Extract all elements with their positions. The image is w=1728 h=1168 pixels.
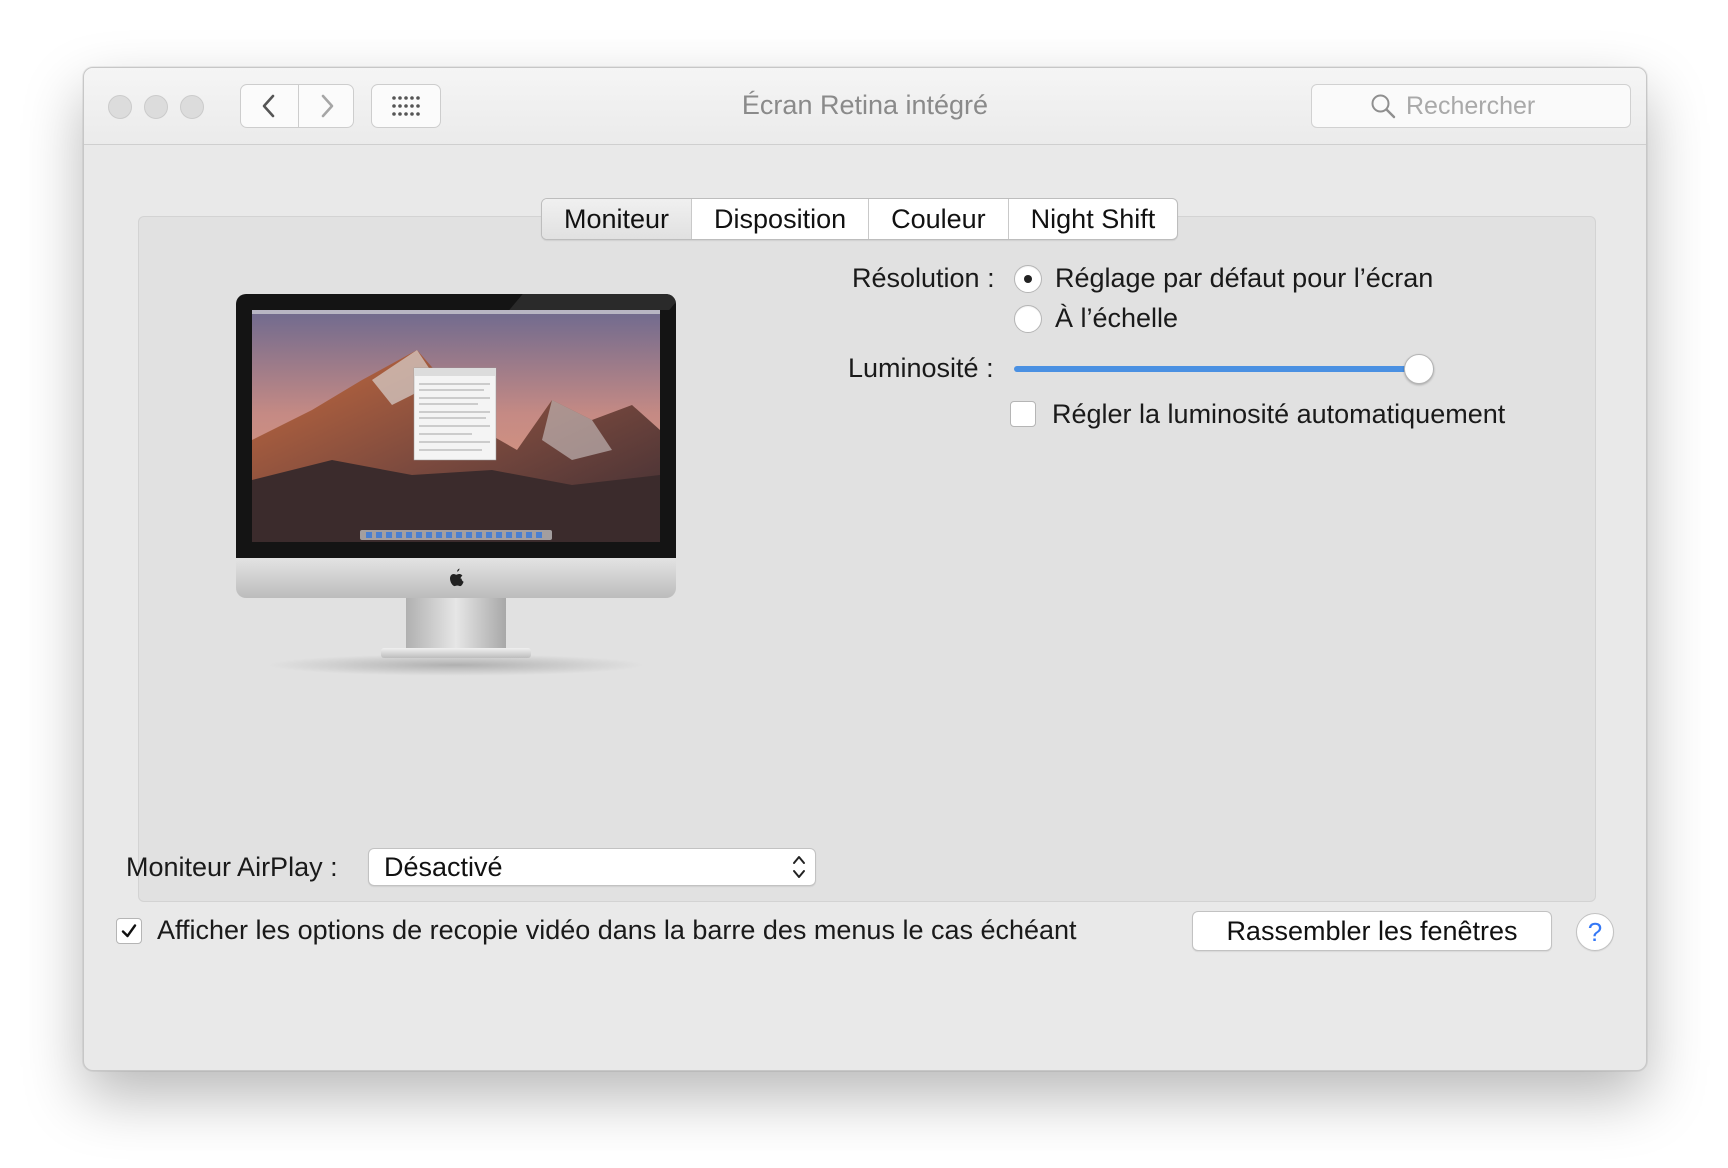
apple-logo-icon — [450, 568, 464, 587]
auto-brightness-checkbox[interactable] — [1010, 401, 1036, 427]
resolution-scaled-label[interactable]: À l’échelle — [1055, 303, 1178, 334]
resolution-default-label[interactable]: Réglage par défaut pour l’écran — [1055, 263, 1433, 294]
airplay-value: Désactivé — [384, 852, 503, 882]
help-button[interactable]: ? — [1576, 913, 1614, 951]
gather-windows-button[interactable]: Rassembler les fenêtres — [1192, 911, 1552, 951]
imac-bezel — [236, 294, 676, 558]
brightness-slider[interactable] — [1014, 366, 1434, 372]
imac-stand — [406, 598, 506, 654]
checkmark-icon — [121, 924, 137, 938]
mirroring-checkbox[interactable] — [116, 918, 142, 944]
search-placeholder: Rechercher — [1406, 91, 1536, 120]
desktop-wallpaper — [252, 310, 660, 542]
airplay-popup[interactable]: Désactivé — [368, 848, 816, 886]
tab-moniteur[interactable]: Moniteur — [542, 199, 692, 239]
airplay-label: Moniteur AirPlay : — [126, 852, 338, 882]
brightness-slider-knob[interactable] — [1404, 354, 1434, 384]
imac-illustration — [236, 294, 676, 684]
tab-disposition[interactable]: Disposition — [691, 199, 868, 239]
preferences-window: Écran Retina intégré Rechercher Moniteur… — [83, 67, 1647, 1071]
imac-foot — [381, 648, 531, 658]
resolution-scaled-radio[interactable] — [1014, 305, 1042, 333]
mirroring-label[interactable]: Afficher les options de recopie vidéo da… — [157, 915, 1077, 946]
imac-chin — [236, 558, 676, 598]
resolution-default-radio[interactable] — [1014, 265, 1042, 293]
brightness-label: Luminosité : — [848, 353, 994, 383]
tab-night-shift[interactable]: Night Shift — [1007, 199, 1178, 239]
tab-couleur[interactable]: Couleur — [868, 199, 1008, 239]
auto-brightness-label[interactable]: Régler la luminosité automatiquement — [1052, 399, 1505, 430]
title-bar: Écran Retina intégré Rechercher — [84, 68, 1646, 145]
tab-bar: Moniteur Disposition Couleur Night Shift — [541, 198, 1179, 240]
search-icon — [1370, 93, 1396, 119]
search-field[interactable]: Rechercher — [1311, 84, 1631, 128]
resolution-label: Résolution : — [852, 263, 995, 293]
updown-arrows-icon — [791, 853, 807, 886]
